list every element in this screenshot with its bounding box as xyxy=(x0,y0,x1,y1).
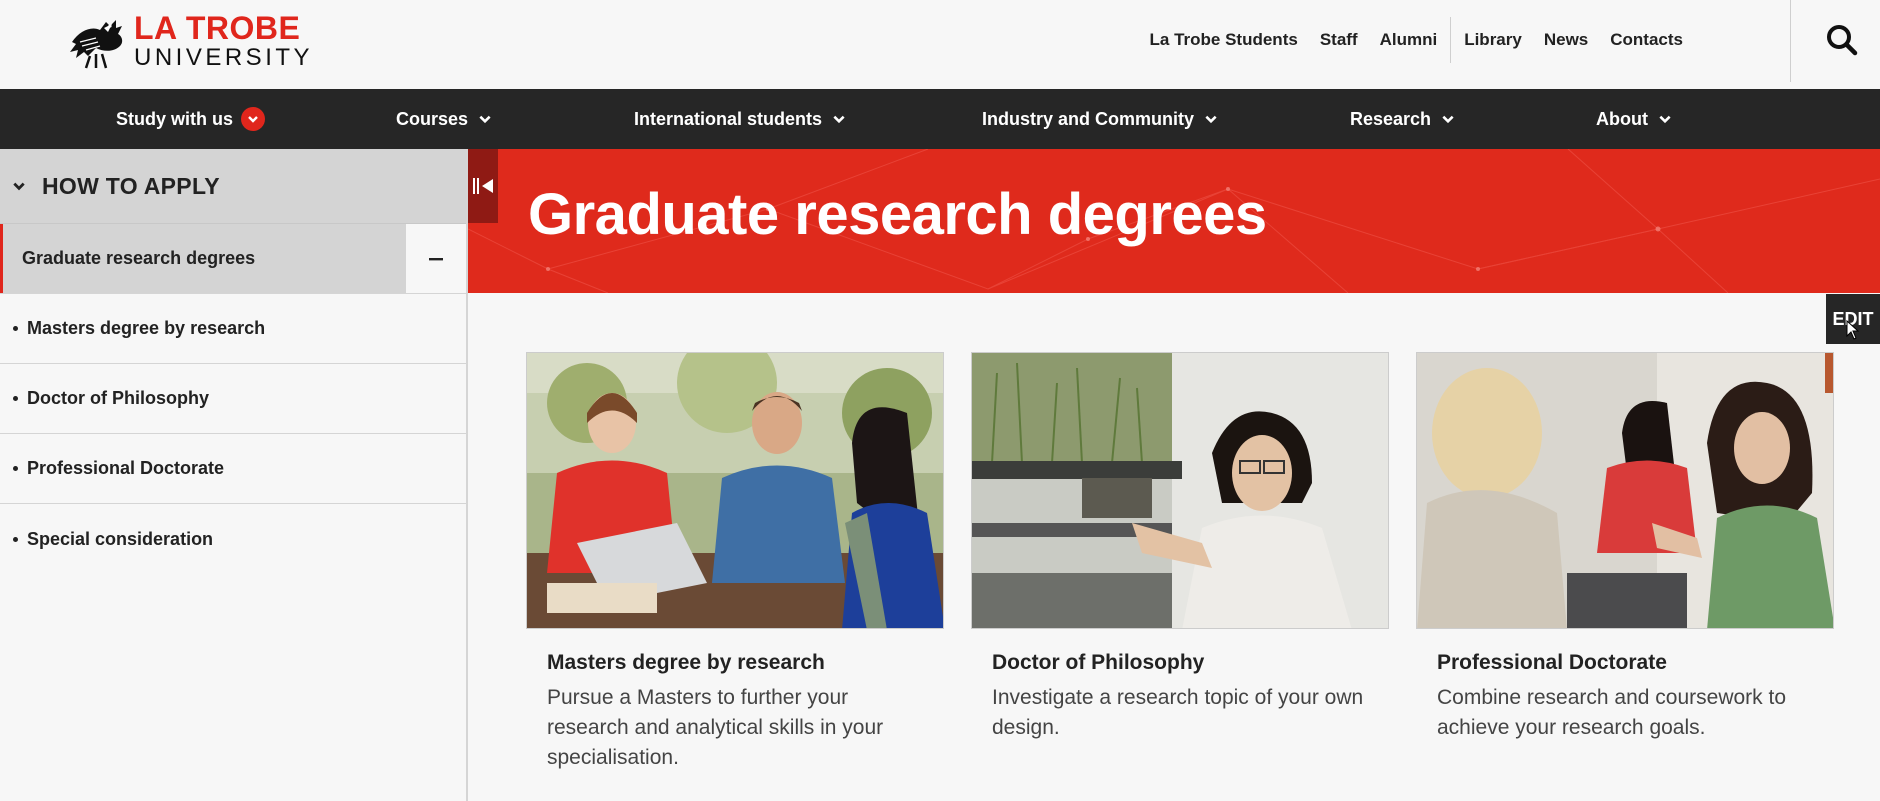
search-button[interactable] xyxy=(1824,22,1860,58)
nav-label: About xyxy=(1596,108,1648,129)
chevron-down-icon xyxy=(13,182,25,191)
sidebar-item-professional-doctorate[interactable]: Professional Doctorate xyxy=(0,434,466,504)
university-logo[interactable]: LA TROBE UNIVERSITY xyxy=(66,10,328,72)
nav-about[interactable]: About xyxy=(1596,89,1672,149)
nav-label: Courses xyxy=(396,108,469,129)
utility-link-news[interactable]: News xyxy=(1533,30,1599,50)
utility-nav: La Trobe Students Staff Alumni Library N… xyxy=(1139,0,1694,80)
nav-research[interactable]: Research xyxy=(1350,89,1455,149)
nav-label: Study with us xyxy=(116,108,233,129)
main-nav: Study with us Courses International stud… xyxy=(0,89,1880,149)
mouse-cursor-icon xyxy=(1846,320,1860,340)
sidebar-item-label: Special consideration xyxy=(27,528,214,549)
nav-courses[interactable]: Courses xyxy=(396,89,492,149)
card-phd[interactable]: Doctor of Philosophy Investigate a resea… xyxy=(971,352,1389,801)
chevron-down-icon xyxy=(833,115,845,124)
utility-link-alumni[interactable]: Alumni xyxy=(1369,30,1449,50)
sidebar-toggle-button[interactable] xyxy=(468,149,498,223)
chevron-down-icon xyxy=(1205,115,1217,124)
sidebar-item-special-consideration[interactable]: Special consideration xyxy=(0,504,466,574)
nav-label: Research xyxy=(1350,108,1432,129)
utility-link-staff[interactable]: Staff xyxy=(1309,30,1369,50)
logo-wordmark-bottom: UNIVERSITY xyxy=(134,44,314,71)
top-header: LA TROBE UNIVERSITY La Trobe Students St… xyxy=(0,0,1880,89)
chevron-down-icon xyxy=(241,107,265,131)
chevron-down-icon xyxy=(1659,115,1671,124)
chevron-down-icon xyxy=(479,115,491,124)
chevron-down-icon xyxy=(1442,115,1454,124)
card-masters[interactable]: Masters degree by research Pursue a Mast… xyxy=(526,352,944,801)
utility-divider xyxy=(1450,17,1452,63)
nav-industry-community[interactable]: Industry and Community xyxy=(982,89,1218,149)
bullet-icon xyxy=(13,326,18,331)
utility-link-students[interactable]: La Trobe Students xyxy=(1139,30,1309,50)
page-hero: Graduate research degrees xyxy=(468,149,1880,293)
sidebar-heading-label: HOW TO APPLY xyxy=(42,172,220,199)
search-divider xyxy=(1790,0,1791,82)
eagle-logo-icon xyxy=(70,20,123,69)
bullet-icon xyxy=(13,396,18,401)
sidebar-item-label: Masters degree by research xyxy=(27,318,266,338)
sidebar-heading[interactable]: HOW TO APPLY xyxy=(0,149,466,224)
section-sidebar: HOW TO APPLY Graduate research degrees M… xyxy=(0,149,468,801)
card-title: Professional Doctorate xyxy=(1437,651,1667,674)
sidebar-current-item: Graduate research degrees xyxy=(0,224,466,294)
sidebar-item-phd[interactable]: Doctor of Philosophy xyxy=(0,364,466,434)
nav-study-with-us[interactable]: Study with us xyxy=(116,89,265,149)
sidebar-current-label[interactable]: Graduate research degrees xyxy=(0,224,406,293)
utility-link-contacts[interactable]: Contacts xyxy=(1599,30,1694,50)
card-title: Masters degree by research xyxy=(547,651,825,674)
card-photo-group-discussion xyxy=(1416,352,1834,629)
search-icon xyxy=(1827,25,1858,56)
nav-label: Industry and Community xyxy=(982,108,1195,129)
logo-wordmark-top: LA TROBE xyxy=(134,10,301,46)
page-title: Graduate research degrees xyxy=(528,182,1267,247)
nav-label: International students xyxy=(634,108,823,129)
card-description: Combine research and coursework to achie… xyxy=(1437,686,1787,739)
collapse-button[interactable] xyxy=(406,224,466,293)
bullet-icon xyxy=(13,466,18,471)
utility-link-library[interactable]: Library xyxy=(1453,30,1533,50)
sidebar-item-label: Professional Doctorate xyxy=(27,458,225,478)
collapse-left-icon xyxy=(473,178,493,194)
card-description: Pursue a Masters to further your researc… xyxy=(547,686,884,769)
card-title: Doctor of Philosophy xyxy=(992,651,1205,674)
card-photo-lab-researcher xyxy=(971,352,1389,629)
sidebar-item-label: Doctor of Philosophy xyxy=(27,388,209,408)
card-photo-students-laptop xyxy=(526,352,944,629)
card-professional-doctorate[interactable]: Professional Doctorate Combine research … xyxy=(1416,352,1834,801)
nav-international-students[interactable]: International students xyxy=(634,89,846,149)
minus-icon xyxy=(429,257,443,260)
bullet-icon xyxy=(13,536,18,542)
card-description: Investigate a research topic of your own… xyxy=(992,686,1364,739)
sidebar-item-masters[interactable]: Masters degree by research xyxy=(0,294,466,364)
